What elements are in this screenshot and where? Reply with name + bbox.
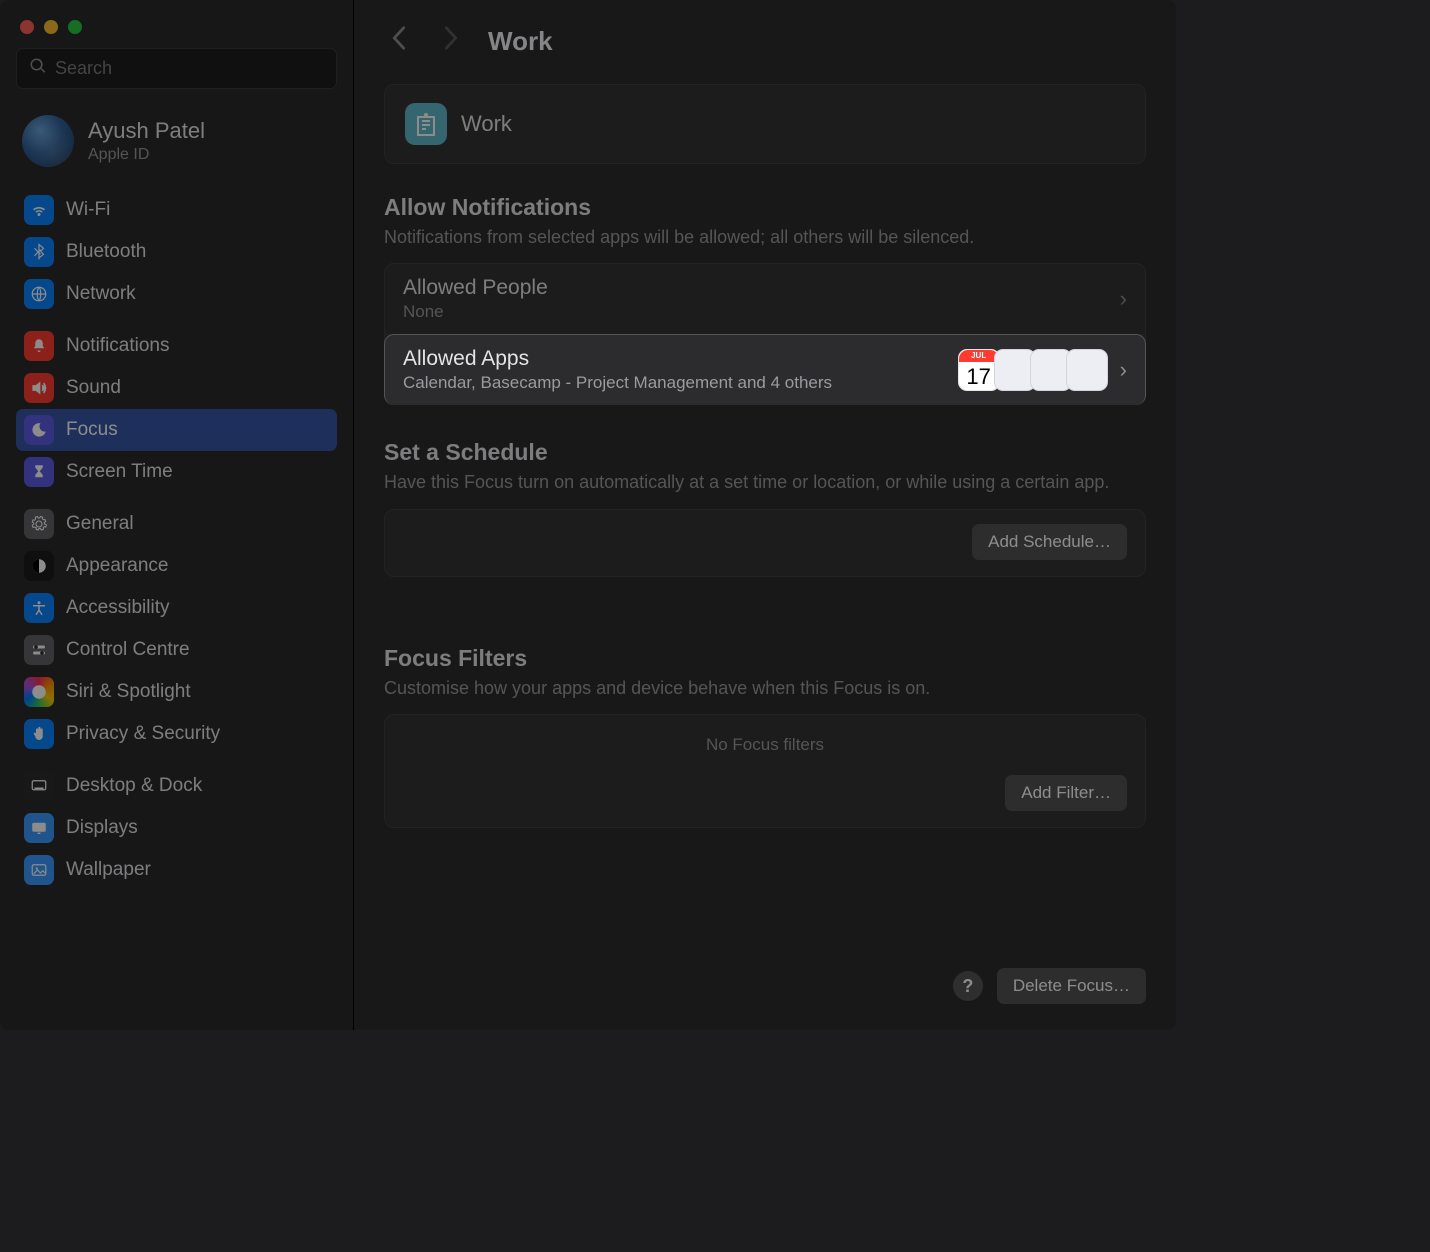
sidebar-item-wallpaper[interactable]: Wallpaper <box>16 849 337 891</box>
footer: ? Delete Focus… <box>384 968 1146 1004</box>
sidebar-item-label: Privacy & Security <box>66 723 220 745</box>
schedule-section: Set a Schedule Have this Focus turn on a… <box>384 439 1146 610</box>
sound-icon <box>24 373 54 403</box>
focus-name: Work <box>461 111 512 137</box>
sidebar-item-label: Bluetooth <box>66 241 146 263</box>
siri-icon <box>24 677 54 707</box>
sidebar-item-privacy-security[interactable]: Privacy & Security <box>16 713 337 755</box>
allowed-apps-row[interactable]: Allowed Apps Calendar, Basecamp - Projec… <box>384 334 1146 405</box>
switches-icon <box>24 635 54 665</box>
fullscreen-window-button[interactable] <box>68 20 82 34</box>
chevron-right-icon: › <box>1120 286 1127 312</box>
main-content: Work Work Allow Notifications Notificati… <box>354 0 1176 1030</box>
sidebar-item-label: Focus <box>66 419 118 441</box>
focus-banner[interactable]: Work <box>384 84 1146 164</box>
add-filter-button[interactable]: Add Filter… <box>1005 775 1127 811</box>
sidebar-item-desktop-dock[interactable]: Desktop & Dock <box>16 765 337 807</box>
account-name: Ayush Patel <box>88 118 205 144</box>
gear-icon <box>24 509 54 539</box>
delete-focus-button[interactable]: Delete Focus… <box>997 968 1146 1004</box>
network-icon <box>24 279 54 309</box>
sidebar-item-wi-fi[interactable]: Wi-Fi <box>16 189 337 231</box>
filters-section: Focus Filters Customise how your apps an… <box>384 645 1146 828</box>
app-icon-stack <box>964 349 1108 391</box>
allow-title: Allow Notifications <box>384 194 1146 221</box>
allowed-people-row[interactable]: Allowed People None › <box>385 264 1145 335</box>
sidebar-item-label: Network <box>66 283 136 305</box>
allowed-apps-title: Allowed Apps <box>403 347 964 371</box>
forward-button[interactable] <box>436 21 466 62</box>
search-input[interactable] <box>55 58 324 79</box>
display-icon <box>24 813 54 843</box>
help-button[interactable]: ? <box>953 971 983 1001</box>
app-icon <box>1066 349 1108 391</box>
sidebar-item-focus[interactable]: Focus <box>16 409 337 451</box>
work-badge-icon <box>405 103 447 145</box>
filters-title: Focus Filters <box>384 645 1146 672</box>
sidebar-item-label: Wi-Fi <box>66 199 110 221</box>
close-window-button[interactable] <box>20 20 34 34</box>
bluetooth-icon <box>24 237 54 267</box>
sidebar-item-screen-time[interactable]: Screen Time <box>16 451 337 493</box>
dock-icon <box>24 771 54 801</box>
sidebar-item-label: Notifications <box>66 335 170 357</box>
sidebar-item-label: Control Centre <box>66 639 190 661</box>
allow-section: Allow Notifications Notifications from s… <box>384 194 1146 405</box>
schedule-card: Add Schedule… <box>384 509 1146 577</box>
sidebar-item-accessibility[interactable]: Accessibility <box>16 587 337 629</box>
add-schedule-button[interactable]: Add Schedule… <box>972 524 1127 560</box>
wallpaper-icon <box>24 855 54 885</box>
header: Work <box>384 18 1146 64</box>
bell-icon <box>24 331 54 361</box>
page-title: Work <box>488 26 553 57</box>
avatar <box>22 115 74 167</box>
moon-icon <box>24 415 54 445</box>
sidebar-item-control-centre[interactable]: Control Centre <box>16 629 337 671</box>
sidebar-item-label: Displays <box>66 817 138 839</box>
back-button[interactable] <box>384 21 414 62</box>
sidebar-item-sound[interactable]: Sound <box>16 367 337 409</box>
sidebar-item-label: Desktop & Dock <box>66 775 202 797</box>
settings-window: Ayush Patel Apple ID Wi-Fi Bluetooth Netwo… <box>0 0 1176 1030</box>
wifi-icon <box>24 195 54 225</box>
allow-sub: Notifications from selected apps will be… <box>384 225 1146 249</box>
filters-card: No Focus filters Add Filter… <box>384 714 1146 828</box>
accessibility-icon <box>24 593 54 623</box>
window-controls <box>16 14 337 48</box>
sidebar-item-network[interactable]: Network <box>16 273 337 315</box>
filters-empty: No Focus filters <box>385 715 1145 761</box>
chevron-right-icon: › <box>1120 357 1127 383</box>
filters-sub: Customise how your apps and device behav… <box>384 676 1146 700</box>
search-field[interactable] <box>16 48 337 89</box>
allowed-people-title: Allowed People <box>403 276 1108 300</box>
sidebar-item-label: General <box>66 513 134 535</box>
allow-card: Allowed People None › Allowed Apps Calen… <box>384 263 1146 405</box>
sidebar-item-label: Wallpaper <box>66 859 151 881</box>
sidebar-item-label: Accessibility <box>66 597 169 619</box>
allowed-apps-sub: Calendar, Basecamp - Project Management … <box>403 373 964 393</box>
minimize-window-button[interactable] <box>44 20 58 34</box>
sidebar: Ayush Patel Apple ID Wi-Fi Bluetooth Netwo… <box>0 0 354 1030</box>
hourglass-icon <box>24 457 54 487</box>
schedule-sub: Have this Focus turn on automatically at… <box>384 470 1146 494</box>
sidebar-item-general[interactable]: General <box>16 503 337 545</box>
schedule-title: Set a Schedule <box>384 439 1146 466</box>
sidebar-item-label: Sound <box>66 377 121 399</box>
allowed-people-sub: None <box>403 302 1108 322</box>
sidebar-item-bluetooth[interactable]: Bluetooth <box>16 231 337 273</box>
apple-id-row[interactable]: Ayush Patel Apple ID <box>16 111 337 189</box>
sidebar-item-notifications[interactable]: Notifications <box>16 325 337 367</box>
sidebar-item-displays[interactable]: Displays <box>16 807 337 849</box>
account-sub: Apple ID <box>88 146 205 164</box>
sidebar-item-appearance[interactable]: Appearance <box>16 545 337 587</box>
sidebar-item-label: Screen Time <box>66 461 173 483</box>
contrast-icon <box>24 551 54 581</box>
search-icon <box>29 57 47 80</box>
sidebar-item-label: Siri & Spotlight <box>66 681 191 703</box>
sidebar-item-label: Appearance <box>66 555 168 577</box>
sidebar-item-siri-spotlight[interactable]: Siri & Spotlight <box>16 671 337 713</box>
hand-icon <box>24 719 54 749</box>
